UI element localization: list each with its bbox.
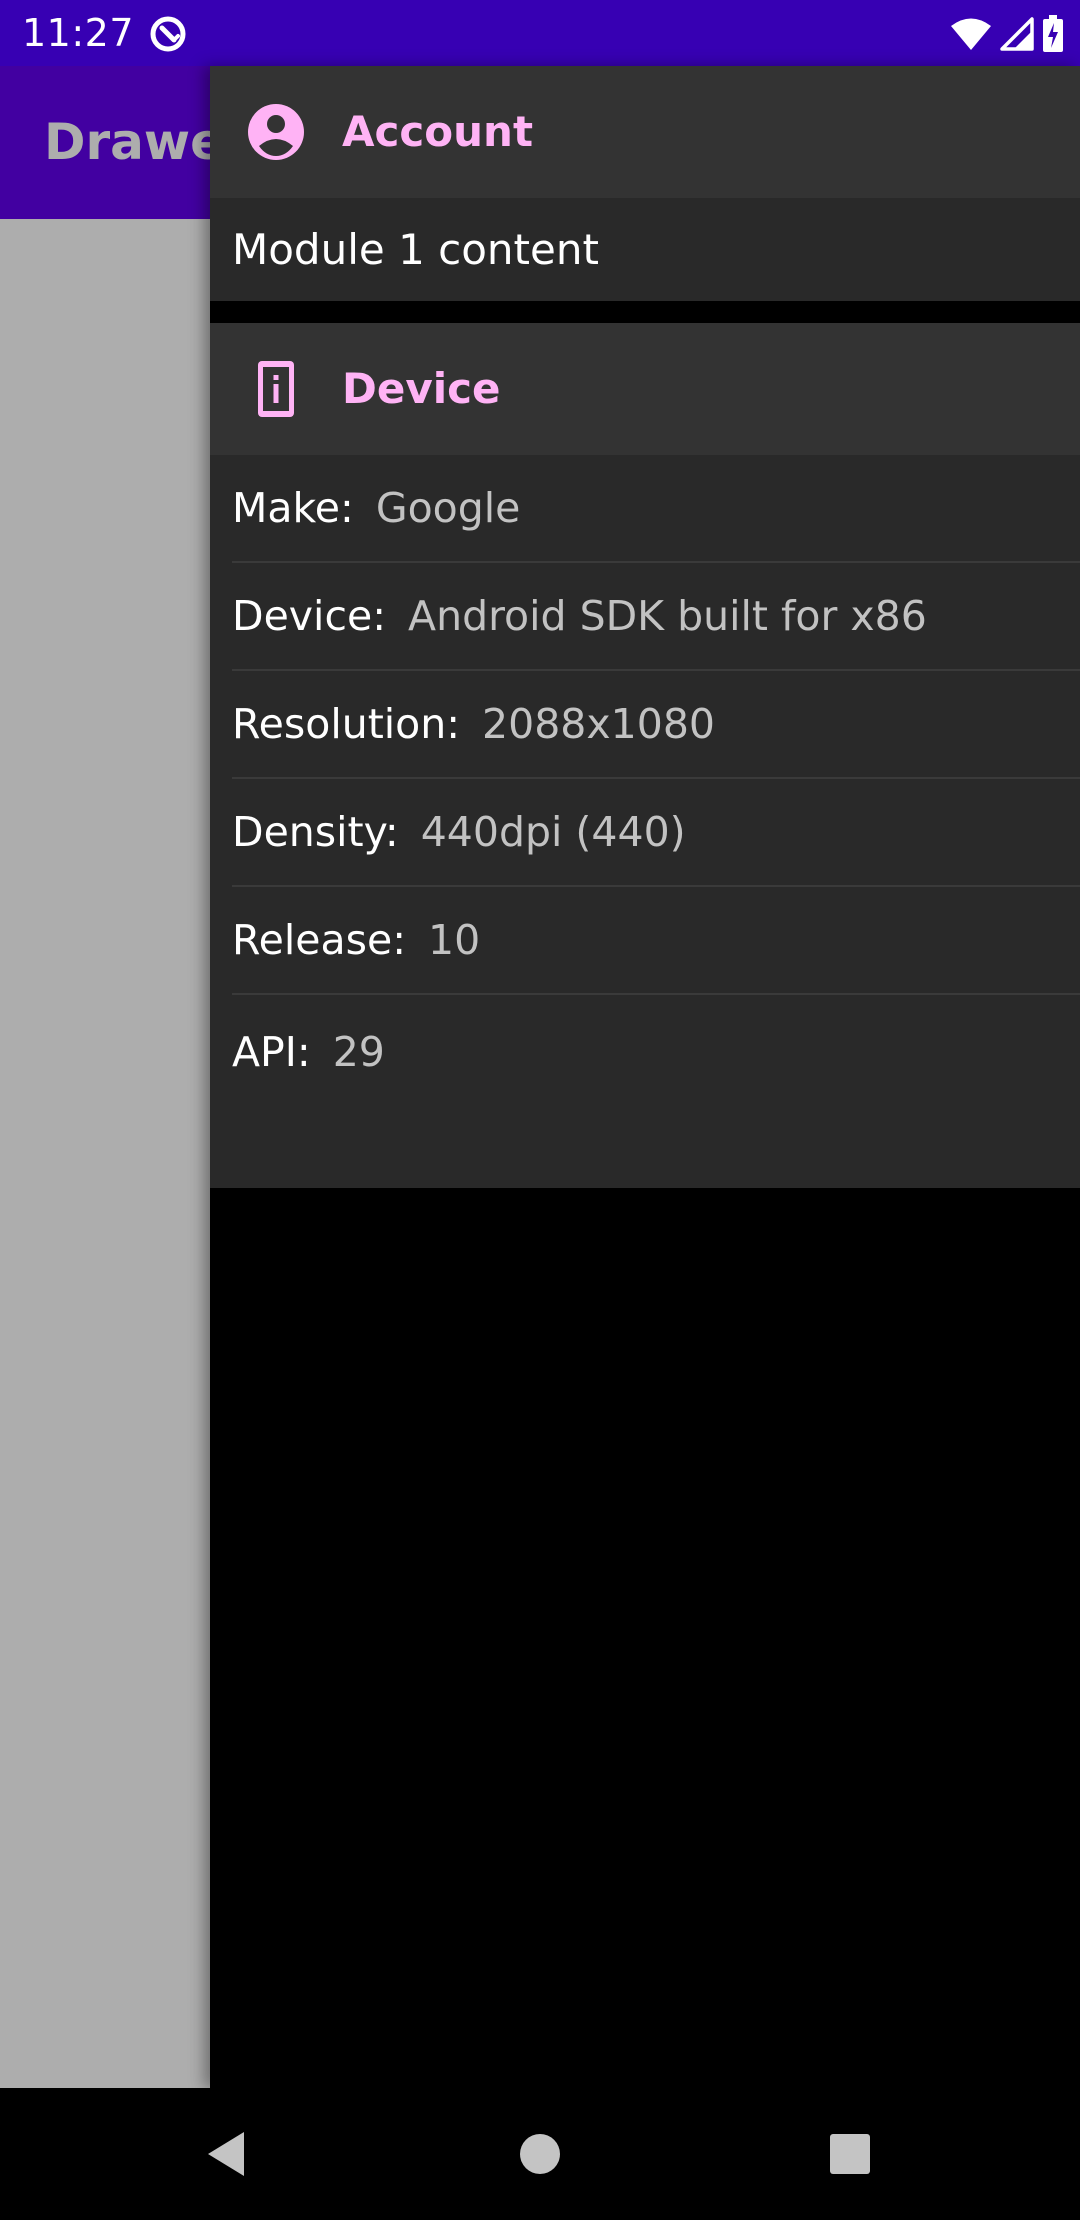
home-button[interactable] — [504, 2118, 576, 2190]
status-bar: 11:27 — [0, 0, 1080, 66]
account-module-content: Module 1 content — [210, 198, 1080, 301]
account-section-header[interactable]: Account — [210, 66, 1080, 198]
battery-charging-icon — [1043, 15, 1063, 52]
recents-icon — [830, 2134, 870, 2174]
home-icon — [520, 2134, 560, 2174]
account-section-title: Account — [342, 107, 534, 156]
info-value: Android SDK built for x86 — [408, 592, 927, 640]
info-value: 10 — [428, 916, 481, 964]
info-value: 2088x1080 — [482, 700, 715, 748]
info-value: Google — [375, 484, 521, 532]
info-key: Resolution: — [232, 700, 461, 748]
device-info-icon — [258, 361, 294, 417]
back-icon — [208, 2132, 244, 2176]
info-key: Release: — [232, 916, 407, 964]
system-navigation-bar — [0, 2088, 1080, 2220]
info-row-release: Release: 10 — [232, 887, 1080, 995]
status-time: 11:27 — [22, 11, 135, 55]
app-notification-icon — [150, 16, 186, 52]
module-content-text: Module 1 content — [232, 225, 599, 274]
cellular-signal-icon — [1000, 17, 1034, 51]
info-value: 440dpi (440) — [420, 808, 686, 856]
info-value: 29 — [332, 1028, 385, 1076]
navigation-drawer: Account Module 1 content Device Make: Goo… — [210, 66, 1080, 2088]
device-info-list: Make: Google Device: Android SDK built for… — [210, 455, 1080, 1188]
info-row-device: Device: Android SDK built for x86 — [232, 563, 1080, 671]
info-key: Make: — [232, 484, 354, 532]
status-icons — [950, 13, 1064, 55]
device-section-title: Device — [342, 364, 501, 413]
info-key: Device: — [232, 592, 387, 640]
info-row-make: Make: Google — [232, 455, 1080, 563]
info-key: API: — [232, 1028, 311, 1076]
info-row-api: API: 29 — [232, 995, 1080, 1110]
info-key: Density: — [232, 808, 399, 856]
account-circle-icon — [248, 104, 304, 160]
device-section-header[interactable]: Device — [210, 323, 1080, 455]
wifi-icon — [951, 18, 991, 50]
back-button[interactable] — [190, 2118, 262, 2190]
info-row-resolution: Resolution: 2088x1080 — [232, 671, 1080, 779]
recents-button[interactable] — [814, 2118, 886, 2190]
info-row-density: Density: 440dpi (440) — [232, 779, 1080, 887]
